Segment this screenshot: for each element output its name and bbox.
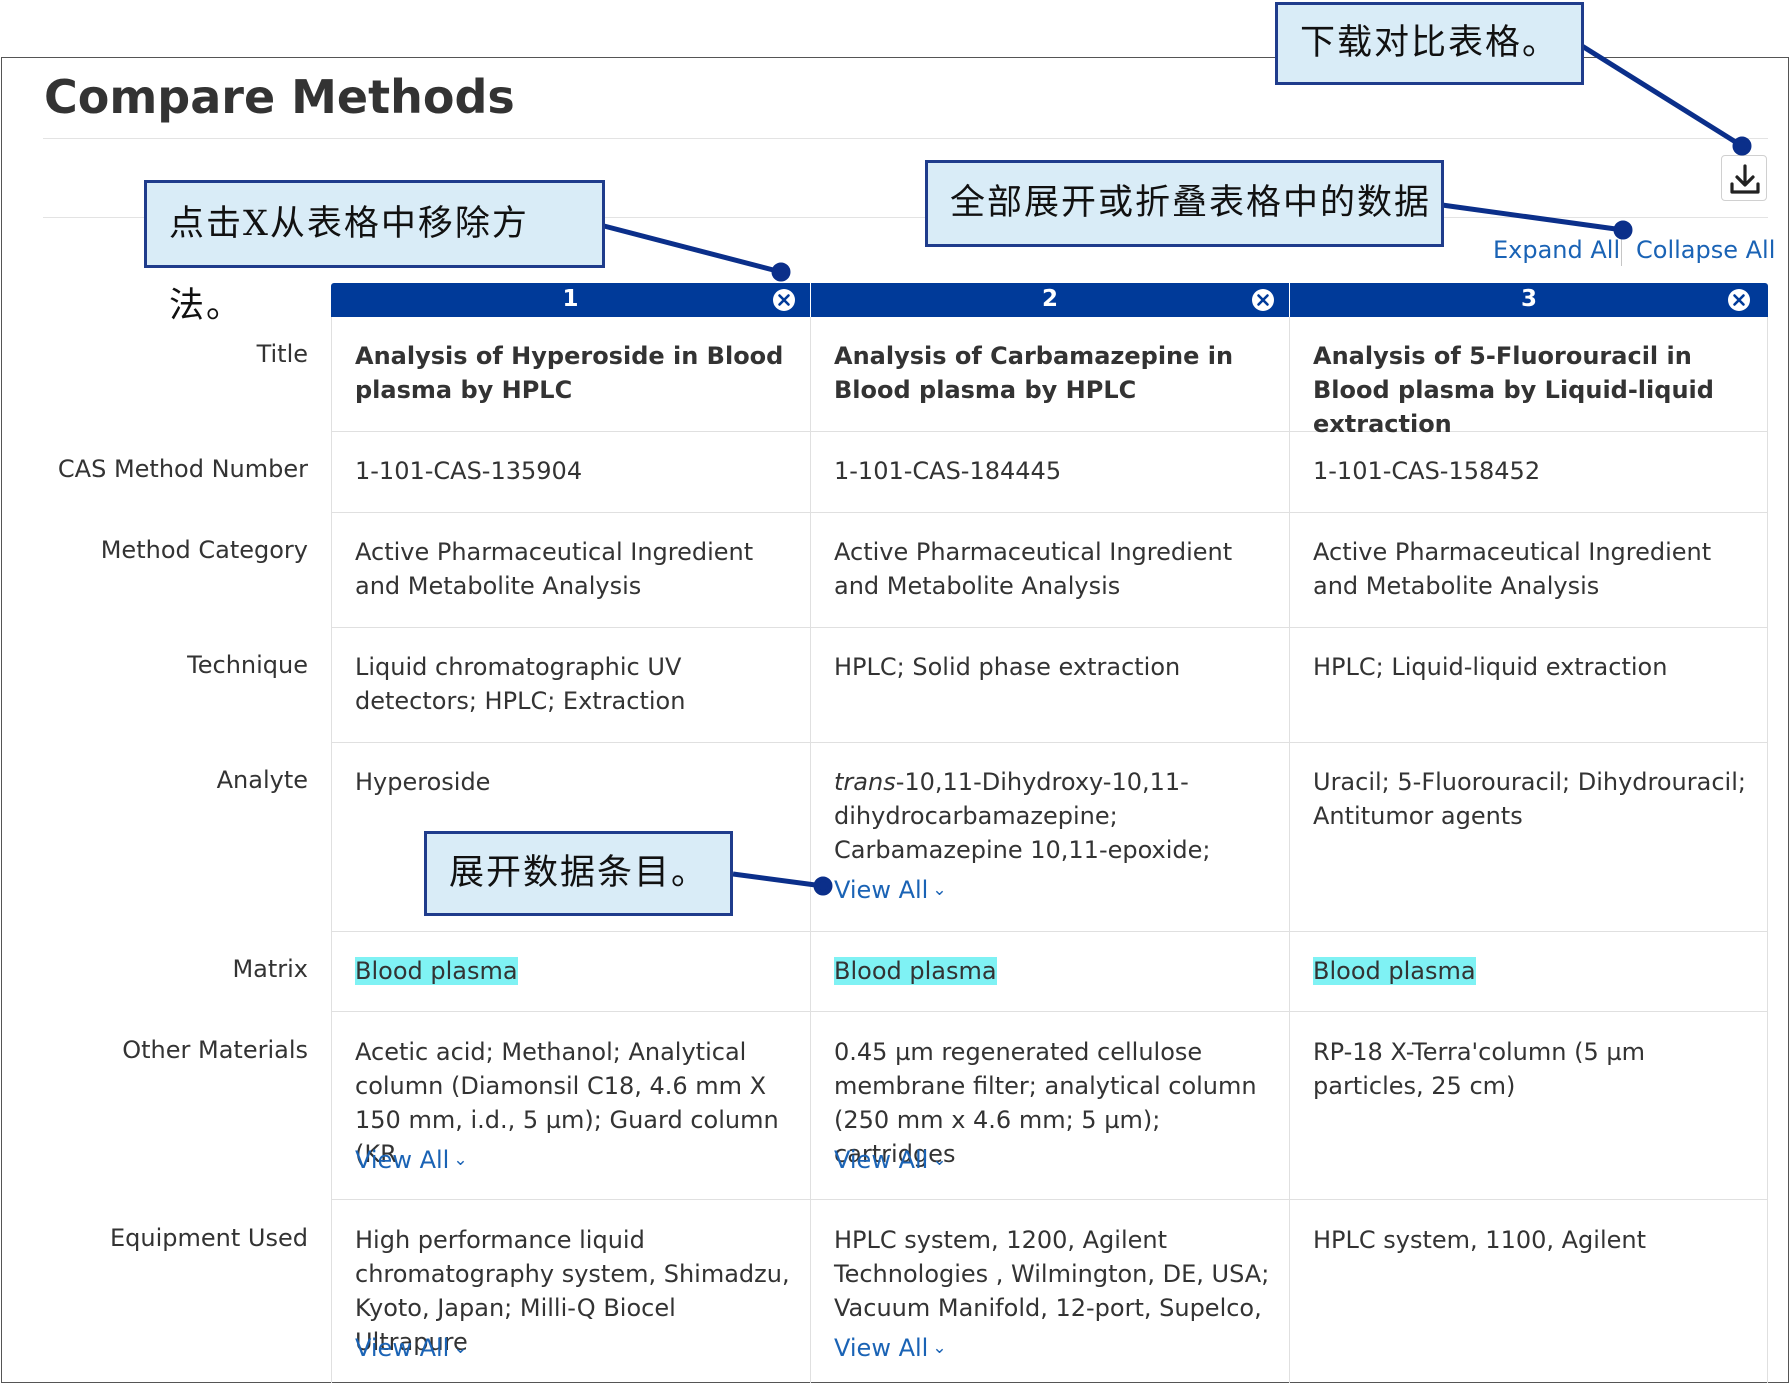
analyte: Uracil; 5-Fluorouracil; Dihydrouracil; A… bbox=[1313, 768, 1746, 830]
matrix-highlight: Blood plasma bbox=[1313, 957, 1476, 985]
row-label-cas: CAS Method Number bbox=[57, 455, 308, 483]
row-divider bbox=[331, 1199, 1768, 1200]
row-label-category: Method Category bbox=[100, 536, 308, 564]
column-number: 3 bbox=[1520, 286, 1537, 312]
method-title: Analysis of Hyperoside in Blood plasma b… bbox=[355, 342, 784, 404]
other-materials: RP-18 X-Terra'column (5 µm particles, 25… bbox=[1313, 1038, 1646, 1100]
technique: Liquid chromatographic UV detectors; HPL… bbox=[355, 653, 686, 715]
row-divider bbox=[331, 742, 1768, 743]
cas-method-number: 1-101-CAS-184445 bbox=[834, 457, 1062, 485]
matrix: Blood plasma bbox=[355, 954, 518, 988]
view-all-callout: 展开数据条目。 bbox=[424, 831, 733, 916]
view-all-label: View All bbox=[355, 1334, 450, 1362]
expand-collapse-callout: 全部展开或折叠表格中的数据 bbox=[925, 160, 1444, 247]
row-label-matrix: Matrix bbox=[232, 955, 308, 983]
method-title: Analysis of 5-Fluorouracil in Blood plas… bbox=[1313, 342, 1714, 438]
analyte: trans-10,11-Dihydroxy-10,11-dihydrocarba… bbox=[834, 765, 1274, 867]
table-border bbox=[1767, 317, 1768, 1383]
row-divider bbox=[331, 512, 1768, 513]
row-label-other-materials: Other Materials bbox=[122, 1036, 308, 1064]
analyte-italic-prefix: trans bbox=[834, 768, 896, 796]
view-all-label: View All bbox=[834, 1334, 929, 1362]
remove-method-callout: 点击X从表格中移除方法。 bbox=[144, 180, 605, 326]
view-all-analyte-link[interactable]: View All ⌄ bbox=[834, 876, 947, 904]
link-separator bbox=[1621, 238, 1622, 266]
row-label-title: Title bbox=[256, 340, 308, 368]
view-all-other-materials-link[interactable]: View All ⌄ bbox=[834, 1146, 947, 1174]
matrix: Blood plasma bbox=[1313, 954, 1476, 988]
equipment-used: HPLC system, 1100, Agilent bbox=[1313, 1226, 1647, 1254]
row-divider bbox=[331, 1011, 1768, 1012]
column-header-1: 1 bbox=[331, 283, 810, 317]
table-border bbox=[810, 317, 811, 1383]
analyte: Hyperoside bbox=[355, 768, 491, 796]
table-border bbox=[331, 317, 332, 1383]
chevron-down-icon: ⌄ bbox=[932, 1338, 947, 1358]
view-all-equipment-link[interactable]: View All ⌄ bbox=[355, 1334, 468, 1362]
table-border bbox=[1289, 317, 1290, 1383]
view-all-label: View All bbox=[834, 876, 929, 904]
method-category: Active Pharmaceutical Ingredient and Met… bbox=[1313, 538, 1712, 600]
remove-method-3-close-icon[interactable] bbox=[1726, 287, 1752, 313]
row-label-technique: Technique bbox=[187, 651, 308, 679]
method-title: Analysis of Carbamazepine in Blood plasm… bbox=[834, 342, 1234, 404]
chevron-down-icon: ⌄ bbox=[932, 1150, 947, 1170]
chevron-down-icon: ⌄ bbox=[932, 880, 947, 900]
title-divider bbox=[43, 138, 1768, 139]
view-all-label: View All bbox=[355, 1146, 450, 1174]
download-button[interactable] bbox=[1721, 155, 1767, 201]
matrix: Blood plasma bbox=[834, 954, 997, 988]
download-callout: 下载对比表格。 bbox=[1275, 2, 1584, 85]
chevron-down-icon: ⌄ bbox=[453, 1150, 468, 1170]
row-label-analyte: Analyte bbox=[216, 766, 308, 794]
row-label-equipment: Equipment Used bbox=[110, 1224, 308, 1252]
method-category: Active Pharmaceutical Ingredient and Met… bbox=[834, 538, 1233, 600]
matrix-highlight: Blood plasma bbox=[834, 957, 997, 985]
technique: HPLC; Liquid-liquid extraction bbox=[1313, 653, 1668, 681]
download-icon bbox=[1730, 164, 1760, 194]
view-all-equipment-link[interactable]: View All ⌄ bbox=[834, 1334, 947, 1362]
cas-method-number: 1-101-CAS-158452 bbox=[1313, 457, 1541, 485]
collapse-all-link[interactable]: Collapse All bbox=[1636, 236, 1775, 264]
technique: HPLC; Solid phase extraction bbox=[834, 653, 1181, 681]
column-number: 2 bbox=[1041, 286, 1058, 312]
remove-method-2-close-icon[interactable] bbox=[1250, 287, 1276, 313]
column-header-3: 3 bbox=[1290, 283, 1768, 317]
row-divider bbox=[331, 627, 1768, 628]
chevron-down-icon: ⌄ bbox=[453, 1338, 468, 1358]
view-all-label: View All bbox=[834, 1146, 929, 1174]
page-title: Compare Methods bbox=[44, 70, 515, 124]
view-all-other-materials-link[interactable]: View All ⌄ bbox=[355, 1146, 468, 1174]
matrix-highlight: Blood plasma bbox=[355, 957, 518, 985]
cas-method-number: 1-101-CAS-135904 bbox=[355, 457, 583, 485]
equipment-used: HPLC system, 1200, Agilent Technologies … bbox=[834, 1226, 1270, 1322]
column-number: 1 bbox=[562, 286, 579, 312]
expand-all-link[interactable]: Expand All bbox=[1493, 236, 1620, 264]
row-divider bbox=[331, 931, 1768, 932]
method-category: Active Pharmaceutical Ingredient and Met… bbox=[355, 538, 754, 600]
column-header-2: 2 bbox=[811, 283, 1289, 317]
remove-method-1-close-icon[interactable] bbox=[771, 287, 797, 313]
